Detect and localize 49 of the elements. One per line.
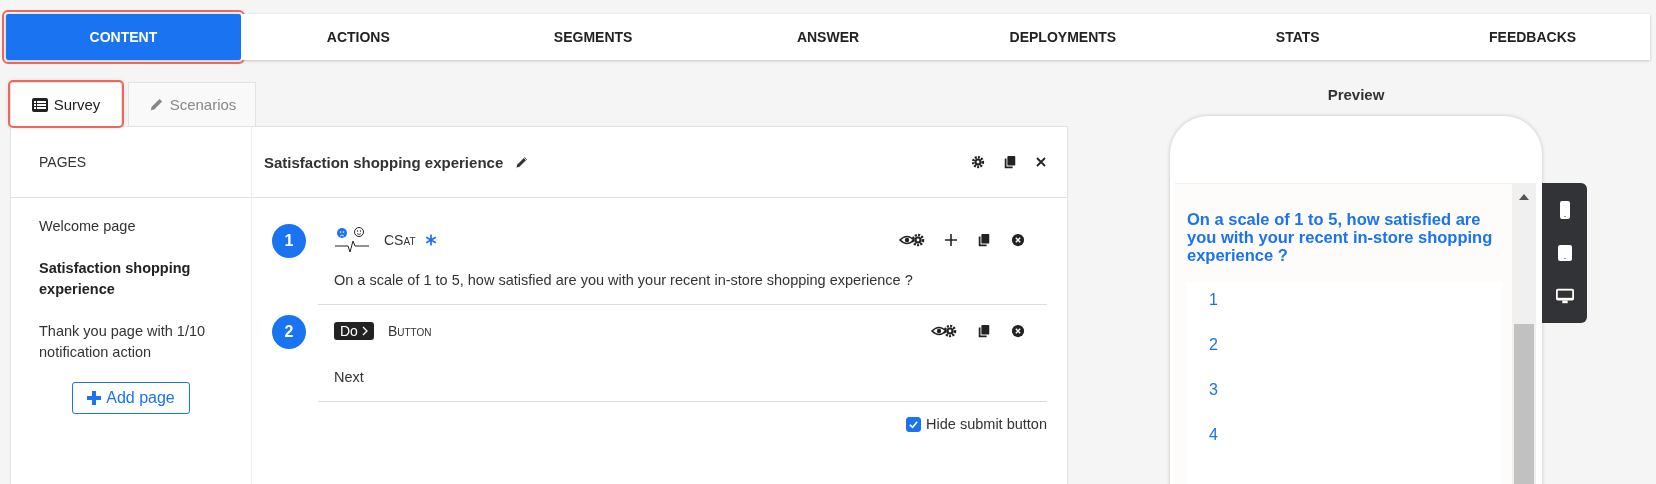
smiley-heartbeat-icon — [334, 226, 370, 254]
chevron-icon — [361, 326, 368, 336]
nav-tab[interactable]: ACTIONS — [240, 14, 476, 60]
answer-option[interactable]: 2 — [1187, 327, 1502, 372]
monitor-icon[interactable] — [1555, 286, 1574, 305]
survey-tab[interactable]: Survey — [10, 82, 122, 126]
question-type: CSat — [384, 232, 416, 248]
page-item[interactable]: Welcome page — [39, 208, 233, 250]
page-item[interactable]: Satisfaction shopping experience — [39, 250, 233, 313]
nav-tab[interactable]: FEEDBACKS — [1415, 14, 1650, 60]
copy-icon[interactable] — [977, 324, 991, 338]
copy-icon[interactable] — [977, 233, 991, 247]
nav-tab[interactable]: ANSWER — [710, 14, 946, 60]
nav-tab[interactable]: SEGMENTS — [475, 14, 711, 60]
preview-title: Preview — [1326, 85, 1386, 105]
settings-icon[interactable] — [971, 155, 985, 169]
remove-icon[interactable] — [1011, 233, 1025, 247]
remove-icon[interactable] — [1011, 324, 1025, 338]
question-text: Next — [334, 368, 365, 387]
action-badge: Do — [334, 322, 374, 340]
pencil-icon[interactable] — [515, 155, 530, 169]
checkbox[interactable] — [906, 416, 922, 432]
scrollbar[interactable] — [1512, 184, 1536, 484]
nav-tab[interactable]: STATS — [1180, 14, 1416, 60]
pages-heading: PAGES — [11, 127, 251, 198]
list-icon — [31, 97, 48, 112]
survey-tab[interactable]: Scenarios — [128, 82, 256, 126]
page-item[interactable]: Thank you page with 1/10 notification action — [39, 313, 233, 376]
plus-icon[interactable] — [945, 234, 957, 246]
visibility-settings-icon[interactable] — [931, 323, 957, 339]
question-type: Button — [387, 323, 432, 339]
scroll-up-icon[interactable] — [1519, 194, 1529, 200]
question-number: 2 — [272, 315, 306, 349]
preview-question: On a scale of 1 to 5, how satisfied are you with your recent in-store shopping experience ? — [1187, 210, 1494, 264]
visibility-settings-icon[interactable] — [899, 232, 925, 248]
check-icon — [908, 418, 920, 430]
close-icon[interactable] — [1035, 156, 1047, 168]
tablet-icon[interactable] — [1555, 244, 1574, 262]
answer-option[interactable]: 1 — [1187, 282, 1502, 327]
question-number: 1 — [272, 224, 306, 258]
page-title: Satisfaction shopping experience — [264, 153, 504, 171]
nav-tab[interactable]: DEPLOYMENTS — [945, 14, 1181, 60]
add-page-button[interactable]: Add page — [72, 382, 190, 414]
answer-option[interactable]: 4 — [1187, 417, 1502, 462]
plus-icon — [87, 391, 102, 405]
question-text: On a scale of 1 to 5, how satisfied are you with your recent in-store shopping experience ? — [334, 271, 914, 290]
answer-option[interactable]: 3 — [1187, 372, 1502, 417]
copy-icon[interactable] — [1003, 155, 1017, 169]
hide-submit-checkbox[interactable]: Hide submit button — [906, 416, 1047, 432]
